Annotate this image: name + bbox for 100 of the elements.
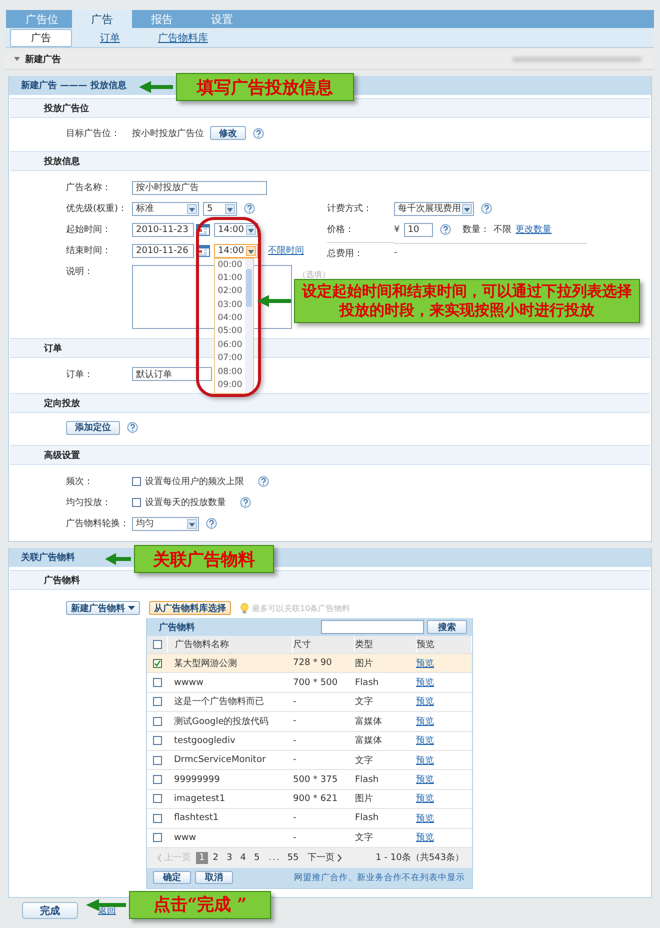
page-title: 新建广告 [25, 53, 61, 66]
table-row[interactable]: testgooglediv - 富媒体 预览 [147, 732, 472, 751]
field-label: 订单： [66, 368, 94, 380]
preview-link[interactable]: 预览 [416, 697, 434, 708]
start-time-dropdown[interactable]: 14:00 [214, 222, 258, 236]
table-cell-text: - [293, 736, 298, 746]
edit-button[interactable]: 修改 [210, 126, 246, 140]
column-header: 类型 [355, 636, 417, 653]
search-button[interactable]: 搜索 [427, 620, 467, 634]
table-cell-text: 富媒体 [355, 716, 383, 728]
time-option[interactable]: 05:00 [218, 325, 242, 339]
table-cell-text: flashtest1 [173, 813, 220, 824]
callout-note: 点击“完成 ” [129, 890, 271, 919]
table-row[interactable]: 测试Google的投放代码 - 富媒体 预览 [147, 712, 472, 732]
preview-link[interactable]: 预览 [416, 814, 434, 824]
end-time-dropdown[interactable]: 14:00 [214, 244, 258, 258]
sub-tab[interactable]: 广告物料库 [148, 30, 218, 46]
field-label: 价格： [327, 224, 355, 236]
weight-dropdown[interactable]: 5 [203, 202, 237, 216]
ad-name-field[interactable]: 按小时投放广告 [132, 180, 267, 194]
column-header: 预览 [416, 636, 472, 653]
time-option[interactable]: 03:00 [218, 298, 242, 312]
time-option[interactable]: 09:00 [218, 379, 242, 392]
table-cell-text: 900 * 621 [293, 794, 339, 804]
section-title: 投放信息 [44, 156, 80, 168]
field-label: 均匀投放： [66, 496, 112, 509]
table-row[interactable]: 这是一个广告物料而已 - 文字 预览 [147, 692, 472, 712]
time-option[interactable]: 00:00 [218, 258, 242, 272]
checkbox-label: 设置每位用户的频次上限 [145, 476, 244, 488]
callout-note: 设定起始时间和结束时间，可以通过下拉列表选择投放的时段，来实现按照小时进行投放 [294, 278, 640, 322]
table-row[interactable]: DrmcServiceMonitor - 文字 预览 [147, 750, 472, 770]
sub-tab[interactable]: 订单 [90, 30, 130, 46]
time-option[interactable]: 04:00 [218, 312, 242, 326]
end-date-field[interactable]: 2010-11-26 [132, 244, 194, 258]
page-number[interactable]: 55 [284, 852, 302, 864]
table-cell-text: 99999999 [173, 774, 221, 785]
callout-note: 填写广告投放信息 [176, 73, 354, 101]
currency-symbol: ¥ [394, 224, 400, 234]
preview-link[interactable]: 预览 [416, 833, 434, 844]
field-label: 广告物料轮换： [66, 518, 130, 530]
table-cell-text: 728 * 90 [293, 658, 333, 668]
field-label: 广告名称： [66, 182, 112, 194]
field-label: 结束时间： [66, 244, 112, 257]
table-cell-text: 700 * 500 [293, 678, 339, 688]
time-option[interactable]: 06:00 [218, 338, 242, 352]
table-cell-text: www [173, 832, 198, 843]
table-row[interactable]: 某大型网游公测 728 * 90 图片 预览 [147, 654, 472, 674]
billing-dropdown[interactable]: 每千次展现费用 [394, 202, 474, 216]
tip-text: 最多可以关联10条广告物料 [252, 602, 350, 614]
field-label: 说明： [66, 266, 94, 278]
no-time-limit-link[interactable]: 不限时间 [268, 244, 304, 257]
preview-link[interactable]: 预览 [416, 736, 434, 746]
page-number[interactable]: 3 [223, 852, 236, 864]
preview-link[interactable]: 预览 [416, 658, 434, 669]
start-date-field[interactable]: 2010-11-23 [132, 222, 194, 236]
change-quantity-link[interactable]: 更改数量 [516, 223, 552, 236]
add-targeting-button[interactable]: 添加定位 [66, 420, 120, 434]
checkbox-label: 设置每天的投放数量 [145, 496, 226, 509]
table-cell-text: 500 * 375 [293, 774, 339, 785]
table-cell-text: 文字 [355, 832, 374, 844]
priority-dropdown[interactable]: 标准 [132, 202, 199, 216]
rotation-dropdown[interactable]: 均匀 [132, 516, 199, 530]
time-option[interactable]: 02:00 [218, 285, 242, 299]
new-material-button[interactable]: 新建广告物料 [66, 601, 140, 615]
result-count: 1 - 10条（共543条） [376, 852, 464, 864]
section-title: 广告物料 [44, 574, 80, 586]
table-row[interactable]: wwww 700 * 500 Flash 预览 [147, 673, 472, 693]
confirm-button[interactable]: 确定 [153, 871, 191, 884]
table-row[interactable]: imagetest1 900 * 621 图片 预览 [147, 790, 472, 810]
page-number[interactable]: 2 [210, 852, 222, 864]
price-field[interactable]: 10 [404, 222, 433, 236]
order-field[interactable]: 默认订单 [132, 367, 212, 381]
table-cell-text: 文字 [355, 696, 374, 708]
preview-link[interactable]: 预览 [416, 794, 434, 804]
next-page-link[interactable]: 下一页 [308, 851, 335, 864]
field-label: 计费方式： [327, 202, 373, 215]
time-option[interactable]: 07:00 [218, 352, 242, 366]
table-cell-text: 图片 [355, 658, 374, 670]
time-option[interactable]: 08:00 [218, 366, 242, 380]
main-tab[interactable]: 广告 [72, 10, 132, 28]
table-cell-text: wwww [173, 678, 204, 688]
library-select-button[interactable]: 从广告物料库选择 [149, 601, 231, 615]
preview-link[interactable]: 预览 [416, 716, 434, 727]
page-number[interactable]: 5 [250, 852, 263, 864]
sub-tab[interactable]: 广告 [10, 28, 72, 46]
done-button[interactable]: 完成 [22, 902, 78, 920]
preview-link[interactable]: 预览 [416, 678, 434, 688]
table-cell-text: Flash [355, 678, 380, 688]
table-cell-text: 图片 [355, 792, 374, 806]
table-cell-text: - [293, 716, 298, 726]
time-option[interactable]: 01:00 [218, 272, 242, 286]
cancel-button[interactable]: 取消 [195, 871, 233, 884]
page-number[interactable]: 4 [237, 852, 249, 864]
field-value: 不限 [494, 224, 512, 236]
table-row[interactable]: flashtest1 - Flash 预览 [147, 809, 472, 829]
preview-link[interactable]: 预览 [416, 756, 434, 766]
table-cell-text: Flash [355, 774, 380, 785]
table-cell-text: - [293, 696, 298, 707]
table-row[interactable]: 99999999 500 * 375 Flash 预览 [147, 770, 472, 790]
preview-link[interactable]: 预览 [416, 775, 434, 786]
